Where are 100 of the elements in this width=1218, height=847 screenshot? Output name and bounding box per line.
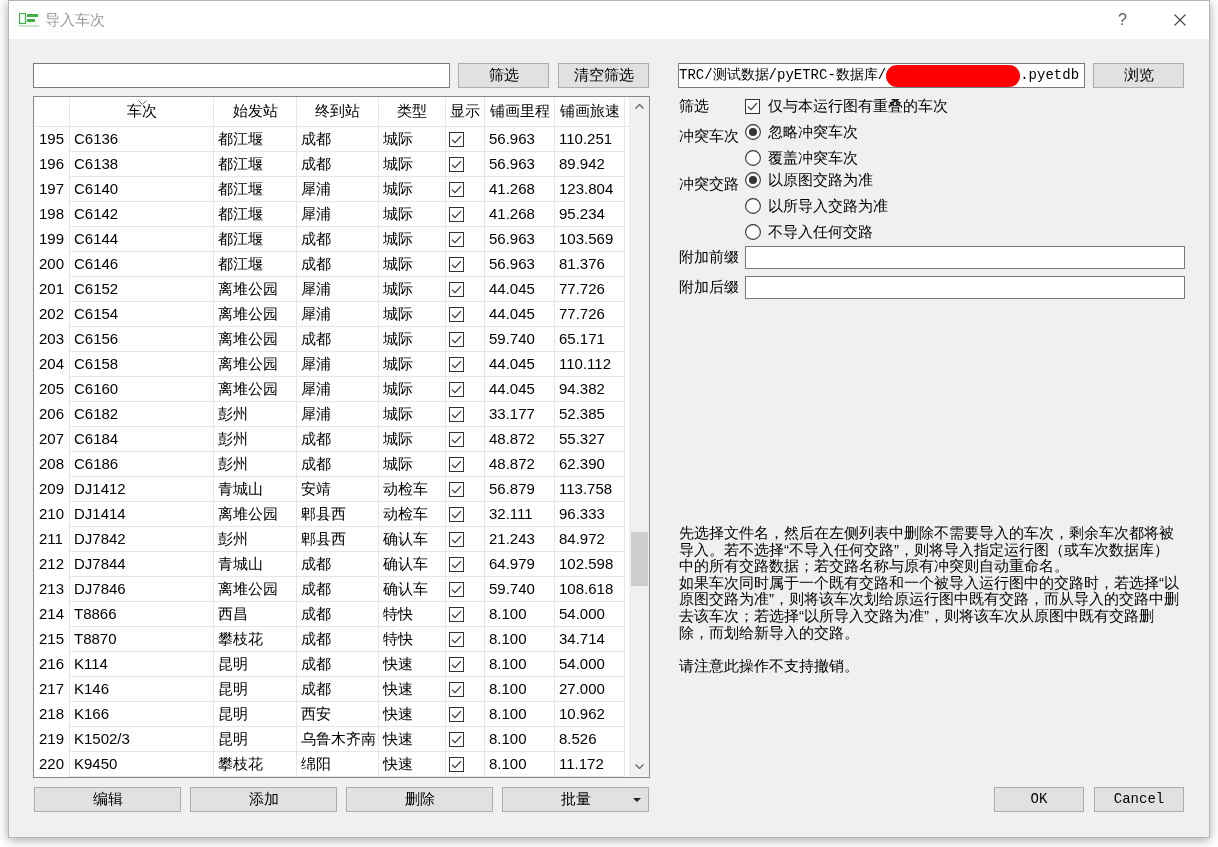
suffix-field[interactable] [745,276,1185,299]
table-cell: 离堆公园 [214,502,297,527]
table-cell: 快速 [379,652,446,677]
table-cell: 41.268 [485,177,555,202]
checkbox[interactable] [449,156,464,172]
radio-button[interactable] [745,224,761,240]
table-cell: 59.740 [485,327,555,352]
table-cell: 犀浦 [297,202,379,227]
table-cell: 绵阳 [297,752,379,777]
column-header[interactable]: 车次 [70,97,214,126]
table-cell: 昆明 [214,702,297,727]
action-button[interactable]: 编辑 [34,787,181,812]
table-cell: 特快 [379,627,446,652]
row-number: 220 [39,754,65,775]
checkbox[interactable] [449,681,464,697]
table-cell: C6144 [70,227,214,252]
checkbox[interactable] [449,281,464,297]
checkbox[interactable] [449,631,464,647]
scrollbar-thumb[interactable] [630,532,648,586]
batch-dropdown-button[interactable]: 批量 [502,787,649,812]
table-cell: 成都 [297,552,379,577]
ok-button[interactable]: OK [994,787,1084,812]
filter-field[interactable] [33,63,450,88]
row-number: 198 [39,204,65,225]
table-cell: 54.000 [555,602,625,627]
checkbox[interactable] [449,256,464,272]
table-cell: T8870 [70,627,214,652]
checkbox[interactable] [449,206,464,222]
row-number: 201 [39,279,65,300]
close-icon[interactable] [1174,14,1186,26]
table-cell: 8.100 [485,602,555,627]
column-header[interactable]: 铺画里程 [485,97,555,126]
table-cell: C6160 [70,377,214,402]
checkbox[interactable] [449,456,464,472]
table-cell: T8866 [70,602,214,627]
checkbox[interactable] [449,731,464,747]
checkbox[interactable] [449,656,464,672]
table-cell: 59.740 [485,577,555,602]
path-field[interactable]: TRC/测试数据/pyETRC-数据库/ .pyetdb [678,63,1085,88]
cancel-button[interactable]: Cancel [1094,787,1184,812]
checkbox[interactable] [449,531,464,547]
table-cell: 89.942 [555,152,625,177]
checkbox[interactable] [449,581,464,597]
table-cell: 离堆公园 [214,352,297,377]
action-button[interactable]: 添加 [190,787,337,812]
column-header[interactable]: 显示 [446,97,485,126]
description-text: 先选择文件名，然后在左侧列表中删除不需要导入的车次，剩余车次都将被导入。若不选择“不导入任何交路”，则将导入指定运行图（或车次数据库）中的所有交路数据；若交路名称与原有冲突则自动重命名。 [679,525,1175,575]
radio-button[interactable] [745,172,761,188]
row-number: 204 [39,354,65,375]
column-header[interactable]: 始发站 [214,97,297,126]
checkbox[interactable] [449,381,464,397]
column-header[interactable]: 铺画旅速 [555,97,625,126]
checkbox[interactable] [449,131,464,147]
checkbox[interactable] [449,506,464,522]
table-cell: 44.045 [485,277,555,302]
table-cell: 48.872 [485,452,555,477]
table-cell: 快速 [379,727,446,752]
table-cell: DJ1414 [70,502,214,527]
table-cell: 95.234 [555,202,625,227]
radio-label: 以所导入交路为准 [768,195,888,216]
checkbox[interactable] [449,556,464,572]
scroll-up-icon[interactable] [634,104,644,109]
option-label: 附加后缀 [678,277,740,298]
checkbox[interactable] [449,306,464,322]
table-cell: DJ7844 [70,552,214,577]
radio-button[interactable] [745,198,761,214]
table-cell: 55.327 [555,427,625,452]
clear-filter-button[interactable]: 清空筛选 [558,63,649,88]
table-cell: 44.045 [485,352,555,377]
radio-button[interactable] [745,150,761,166]
option-label: 附加前缀 [678,247,740,268]
browse-button[interactable]: 浏览 [1093,63,1184,88]
app-logo-icon [19,13,39,27]
checkbox[interactable] [449,356,464,372]
help-button[interactable]: ? [1118,12,1127,28]
prefix-field[interactable] [745,246,1185,269]
checkbox[interactable] [449,406,464,422]
radio-label: 覆盖冲突车次 [768,147,858,168]
radio-button[interactable] [745,124,761,140]
option-label: 冲突交路 [678,173,739,194]
checkbox[interactable] [449,181,464,197]
table-cell: 彭州 [214,402,297,427]
checkbox[interactable] [449,481,464,497]
filter-button[interactable]: 筛选 [458,63,549,88]
scroll-down-icon[interactable] [634,764,644,769]
table-cell: 成都 [297,602,379,627]
table-cell: 快速 [379,677,446,702]
checkbox[interactable] [449,431,464,447]
checkbox[interactable] [449,606,464,622]
action-button[interactable]: 删除 [346,787,493,812]
table-cell: 56.879 [485,477,555,502]
table-cell: 攀枝花 [214,627,297,652]
checkbox[interactable] [745,98,760,114]
checkbox[interactable] [449,231,464,247]
column-header[interactable]: 类型 [379,97,446,126]
checkbox[interactable] [449,706,464,722]
checkbox[interactable] [449,331,464,347]
table-cell: 成都 [297,127,379,152]
column-header[interactable]: 终到站 [297,97,379,126]
checkbox[interactable] [449,756,464,772]
